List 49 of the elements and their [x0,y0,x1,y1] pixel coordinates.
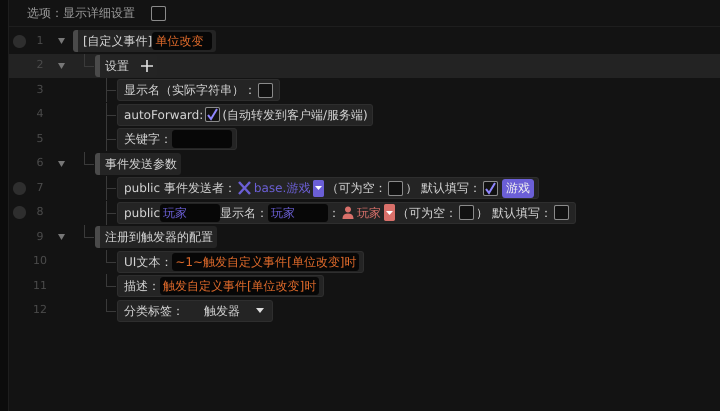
label: (自动转发到客户端/服务端) [222,106,368,124]
label: autoForward: [124,106,204,124]
label: UI文本： [124,254,172,270]
input-field[interactable]: ~1~触发自定义事件[单位改变]时 [172,252,360,270]
dropdown[interactable]: 触发器 [184,302,268,320]
input-field[interactable]: 单位改变 [152,32,212,50]
label: [自定义事件] [83,33,152,50]
input-field[interactable]: 触发自定义事件[单位改变]时 [160,277,320,295]
type-dropdown-button[interactable] [384,204,396,221]
label: 关键字： [124,131,172,148]
checkbox[interactable] [554,205,569,220]
expanded-arrow-icon[interactable] [58,62,64,68]
value-chip[interactable]: 游戏 [502,178,534,198]
checkbox[interactable] [151,6,166,20]
add-icon[interactable] [141,60,153,72]
label: public [124,204,160,222]
input-field[interactable]: 玩家 [268,204,328,222]
label: 显示名： [220,204,268,222]
label: 注册到触发器的配置 [105,229,213,246]
label: ） 默认填写： [476,204,552,222]
label: 分类标签： [124,302,184,320]
label: （可为空： [397,204,458,222]
type-name: base.游戏 [254,180,310,197]
type-dropdown-button[interactable] [313,180,324,196]
label: 事件发送参数 [105,156,177,172]
expanded-arrow-icon[interactable] [58,160,64,166]
checkmark-icon [484,182,498,194]
label: public 事件发送者： [124,180,236,197]
checkbox[interactable] [258,82,273,98]
label: ： [328,204,340,222]
checkbox[interactable] [483,180,498,196]
expanded-arrow-icon[interactable] [58,234,64,240]
caret-icon [386,210,394,214]
checkbox[interactable] [388,180,404,196]
expanded-arrow-icon[interactable] [58,38,64,44]
label: ） 默认填写： [405,180,482,197]
type-name: 玩家 [357,204,382,222]
input-field[interactable] [172,130,232,148]
label: （可为空： [326,180,386,197]
checkbox[interactable] [459,205,474,220]
label: 显示名（实际字符串）： [124,82,256,99]
caret-icon [315,186,322,190]
checkmark-icon [206,108,220,121]
checkbox[interactable] [205,107,220,122]
caret-icon [256,308,264,313]
label: 描述： [124,278,160,295]
label: 设置 [105,58,129,74]
input-field[interactable]: 玩家 [160,204,220,222]
options-label: 选项：显示详细设置 [27,5,135,22]
